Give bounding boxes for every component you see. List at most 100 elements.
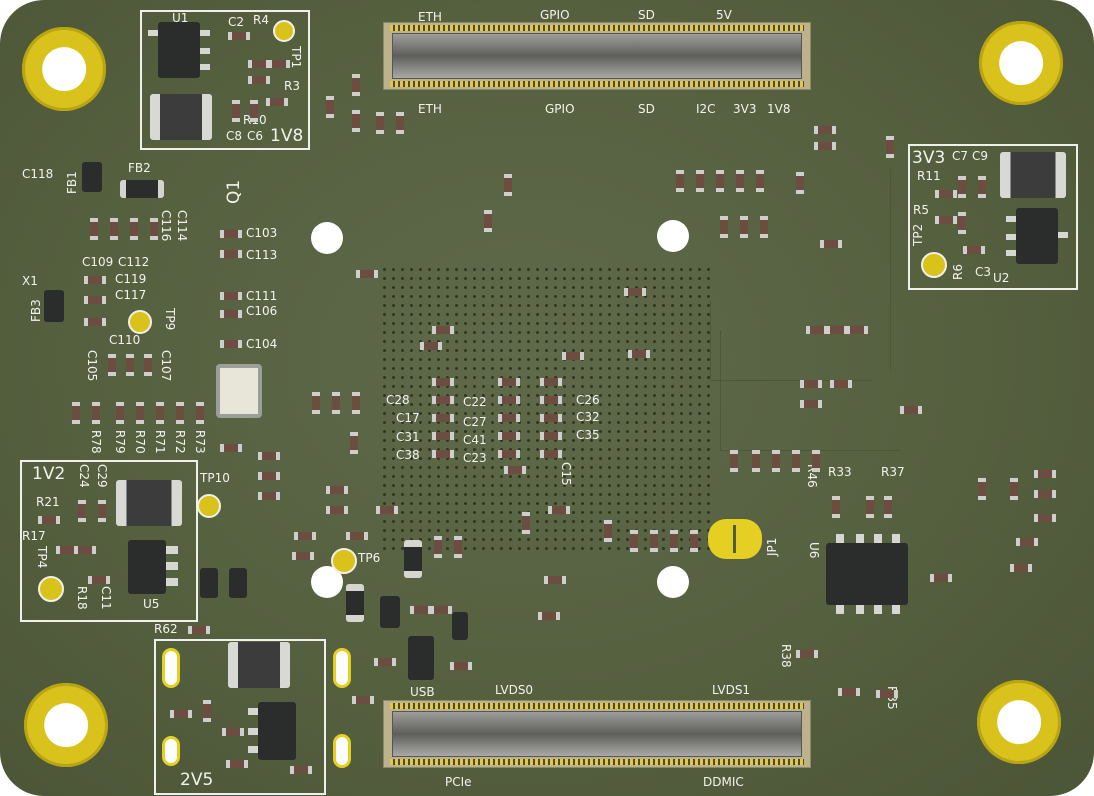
inductor: [150, 94, 212, 140]
smd-component: [228, 32, 250, 40]
designator: R62: [154, 622, 178, 636]
designator: U2: [993, 271, 1010, 285]
smd-component: [540, 450, 562, 458]
ferrite-bead: [120, 180, 164, 198]
inductor: [116, 480, 182, 526]
top-connector-label: I2C: [696, 102, 716, 116]
smd-component: [326, 96, 334, 118]
solder-jumper: [708, 519, 762, 559]
designator: C35: [576, 428, 600, 442]
smd-component: [676, 170, 684, 192]
smd-component: [1010, 478, 1018, 500]
smd-component: [430, 606, 452, 614]
designator: R18: [75, 586, 89, 610]
smd-component: [832, 496, 840, 518]
smd-component: [820, 240, 842, 248]
pcb-board: ETH GPIO SD 5V ETH GPIO SD I2C 3V3 1V8 U…: [0, 0, 1094, 796]
ic-pin: [1006, 250, 1016, 256]
smd-component: [544, 576, 566, 584]
smd-component: [220, 292, 242, 300]
mounting-hole-bottom-left: [24, 683, 108, 767]
smd-component: [420, 342, 442, 350]
smd-component: [144, 354, 152, 376]
smd-component: [978, 478, 986, 500]
designator: R72: [173, 430, 187, 454]
designator: R5: [913, 203, 929, 217]
designator: C41: [463, 433, 487, 447]
smd-component: [796, 650, 818, 658]
ic-pin: [148, 30, 158, 36]
designator: R17: [22, 529, 46, 543]
designator: C17: [396, 411, 420, 425]
test-point: [128, 310, 152, 334]
slot-pad: [162, 736, 180, 766]
smd-component: [538, 612, 560, 620]
smd-component: [604, 520, 612, 542]
smd-component: [450, 662, 472, 670]
smd-component: [220, 444, 242, 452]
ic-chip: [408, 636, 434, 680]
ic-pin: [856, 534, 864, 543]
ferrite-bead: [44, 290, 64, 322]
smd-component: [432, 326, 454, 334]
smd-component: [1016, 538, 1038, 546]
connector-pins: [390, 703, 804, 709]
smd-component: [484, 210, 492, 232]
designator: C15: [559, 462, 573, 486]
designator: C119: [115, 272, 147, 286]
designator: FB2: [128, 161, 151, 175]
ic-pin: [200, 30, 210, 36]
top-connector-label: SD: [638, 8, 655, 22]
designator: C8: [226, 129, 243, 143]
smd-component: [290, 766, 312, 774]
smd-component: [220, 230, 242, 238]
ic-pin: [248, 746, 258, 753]
ic-chip: [452, 612, 468, 640]
ic-chip: [346, 584, 364, 622]
smd-component: [958, 212, 966, 234]
smd-component: [806, 326, 828, 334]
smd-component: [504, 466, 526, 474]
smd-component: [800, 380, 822, 388]
smd-component: [522, 512, 530, 534]
smd-component: [156, 402, 164, 424]
smd-component: [730, 450, 738, 472]
smd-component: [188, 626, 210, 634]
smd-component: [796, 172, 804, 194]
smd-component: [628, 350, 650, 358]
smd-component: [294, 532, 316, 540]
designator: C27: [463, 415, 487, 429]
designator: TP4: [35, 546, 49, 569]
ic-pin: [836, 605, 844, 614]
test-point: [331, 548, 357, 574]
crystal-oscillator: [216, 364, 262, 418]
smd-component: [332, 392, 340, 414]
ic-pin: [874, 605, 882, 614]
designator: C24: [77, 464, 91, 488]
smd-component: [90, 218, 98, 240]
designator: C3: [975, 265, 992, 279]
bottom-connector-label: USB: [410, 685, 435, 699]
mounting-hole-bottom-right: [977, 680, 1061, 764]
smd-component: [756, 170, 764, 192]
designator: R70: [133, 430, 147, 454]
smd-component: [352, 392, 360, 414]
designator: C111: [246, 289, 278, 303]
smd-component: [74, 546, 96, 554]
smd-component: [540, 414, 562, 422]
smd-component: [1010, 564, 1032, 572]
smd-component: [978, 176, 986, 198]
designator: R38: [779, 644, 793, 668]
connector-pins: [390, 81, 804, 87]
regulator-2v5-title: 2V5: [180, 770, 214, 790]
top-connector-label: ETH: [418, 102, 442, 116]
ic-pin: [836, 534, 844, 543]
smd-component: [814, 142, 836, 150]
smd-component: [432, 378, 454, 386]
regulator-ic: [128, 540, 166, 594]
designator: C106: [246, 304, 278, 318]
smd-component: [846, 326, 868, 334]
designator: TP1: [289, 46, 303, 69]
designator: TP10: [200, 471, 230, 485]
slot-pad: [333, 648, 351, 688]
